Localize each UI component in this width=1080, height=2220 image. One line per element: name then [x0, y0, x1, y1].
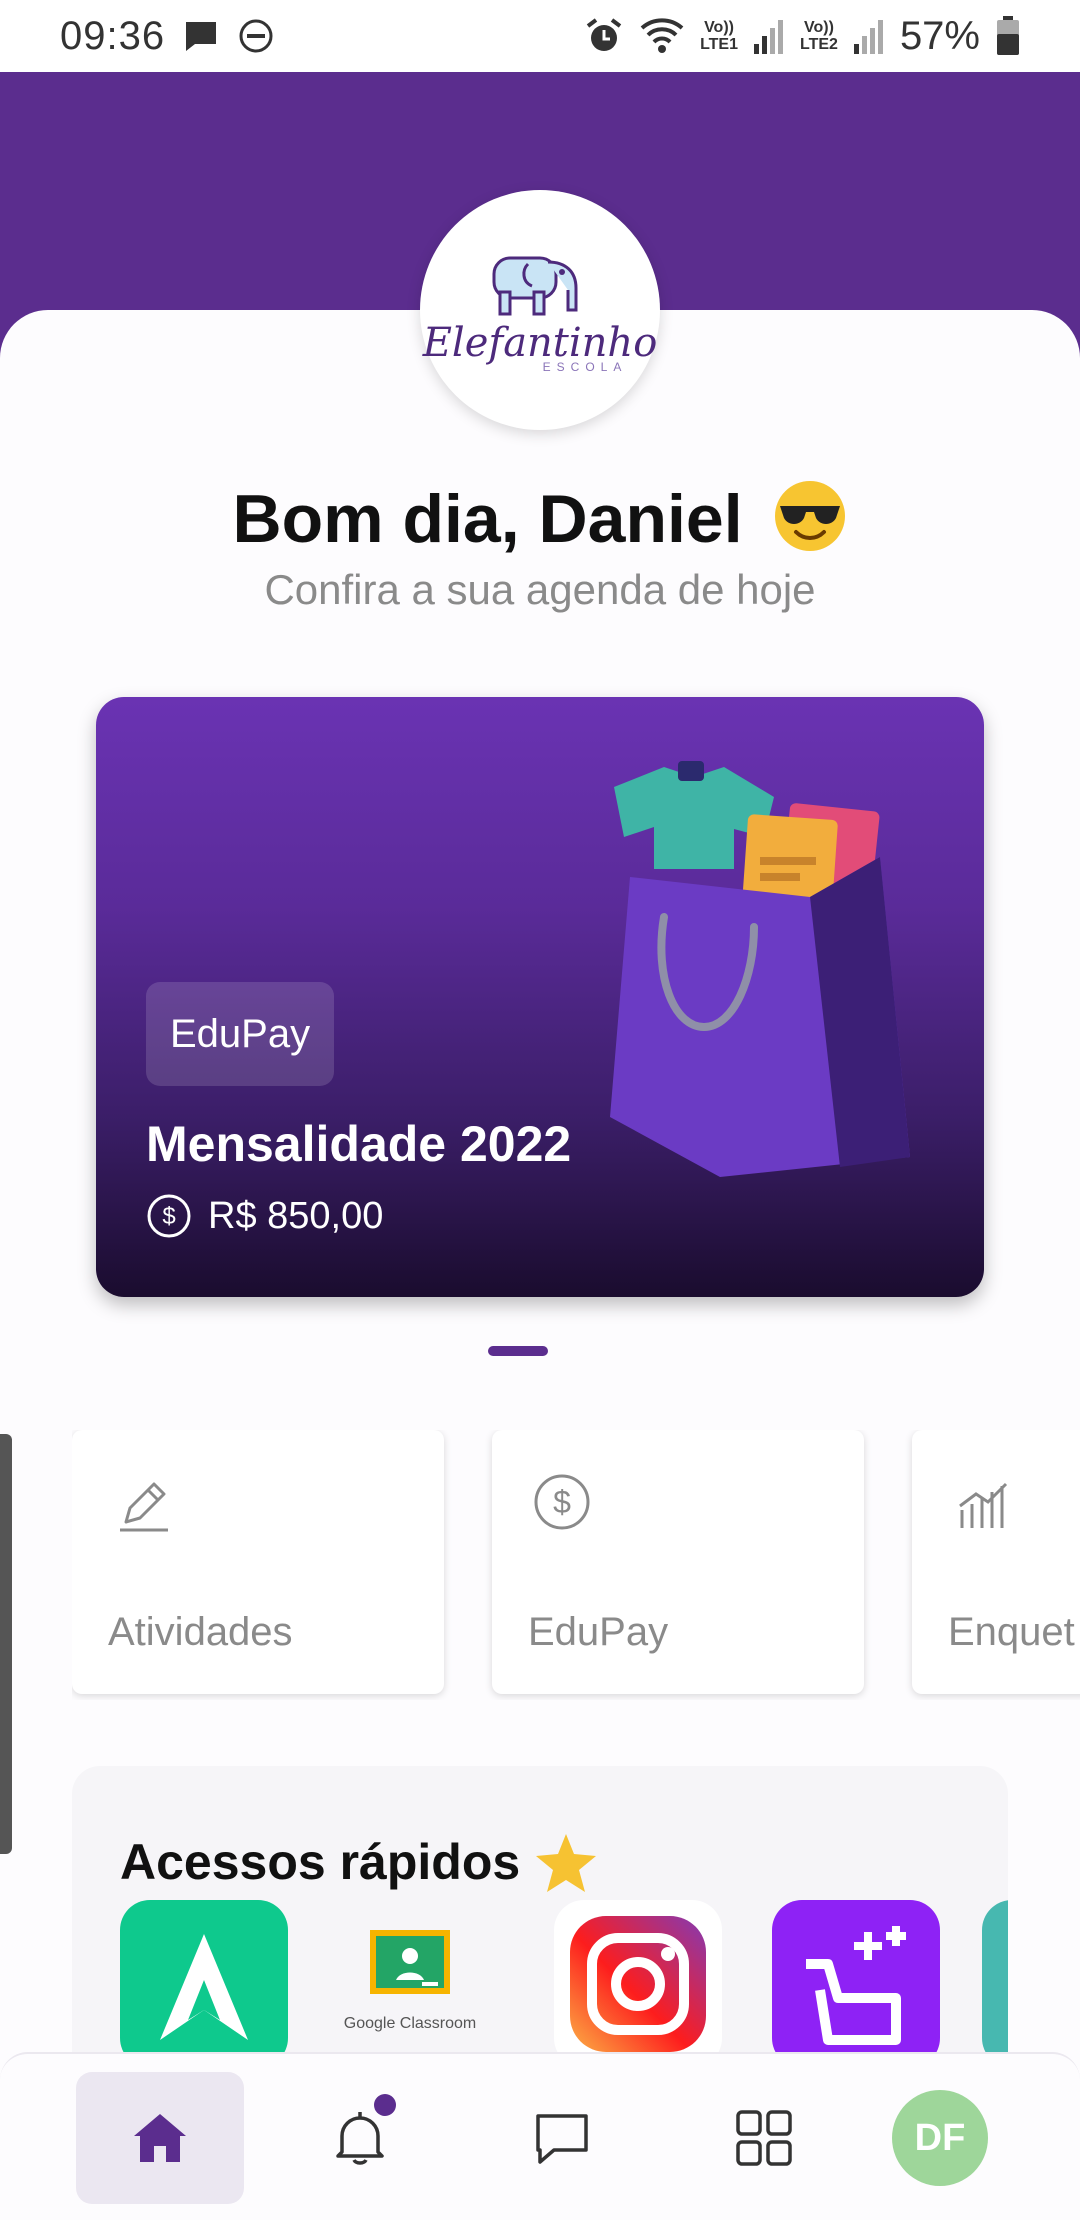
status-time: 09:36: [60, 13, 166, 58]
school-logo: Elefantinho ESCOLA: [420, 190, 660, 430]
sim1-label: Vo)) LTE1: [700, 19, 738, 53]
feature-card-label: EduPay: [528, 1610, 669, 1654]
avatar: DF: [892, 2090, 988, 2186]
a-logo-icon: [160, 1934, 248, 2040]
board-plus-icon: [806, 1926, 906, 2045]
feature-card-edupay[interactable]: $ EduPay: [492, 1430, 864, 1694]
banner-title: Mensalidade 2022: [146, 1116, 572, 1172]
battery-icon: [997, 16, 1019, 55]
sunglasses-emoji-icon: [774, 481, 845, 551]
quick-app-purple[interactable]: [772, 1900, 940, 2068]
pencil-icon: [120, 1482, 168, 1532]
greeting-text: Bom dia, Daniel: [232, 481, 743, 557]
nav-profile[interactable]: DF: [856, 2072, 1024, 2204]
grid-icon: [736, 2110, 792, 2166]
dollar-circle-icon: $: [534, 1474, 590, 1530]
nav-notifications[interactable]: [276, 2072, 444, 2204]
banner-tag: EduPay: [146, 982, 335, 1086]
alarm-icon: [586, 18, 622, 51]
feature-card-enquetes[interactable]: Enquet: [912, 1430, 1080, 1694]
notification-badge: [374, 2094, 396, 2116]
quick-app-google-classroom[interactable]: Google Classroom: [326, 1900, 494, 2068]
instagram-icon: [570, 1916, 706, 2052]
nav-home[interactable]: [76, 2072, 244, 2204]
shopping-bag-illustration: [610, 761, 910, 1177]
feature-card-label: Enquet: [948, 1610, 1075, 1654]
google-classroom-icon: Google Classroom: [344, 1930, 477, 2032]
signal-icon: [754, 20, 783, 54]
signal-icon: [853, 20, 883, 54]
greeting-title: Bom dia, Daniel: [0, 478, 1080, 558]
greeting-subtitle: Confira a sua agenda de hoje: [264, 566, 816, 613]
bottom-navigation: DF: [0, 2052, 1080, 2220]
quick-app-a[interactable]: [120, 1900, 288, 2068]
quick-app-instagram[interactable]: [554, 1900, 722, 2068]
banner-amount: $ R$ 850,00: [146, 1193, 383, 1239]
logo-subtitle: ESCOLA: [542, 360, 628, 374]
star-icon: [536, 1834, 597, 1892]
feature-card-atividades[interactable]: Atividades: [72, 1430, 444, 1694]
google-classroom-label: Google Classroom: [344, 2015, 477, 2032]
chat-icon: [536, 2114, 588, 2164]
quick-access-title: Acessos rápidos: [120, 1830, 598, 1894]
battery-percent: 57%: [899, 13, 980, 58]
nav-messages[interactable]: [478, 2072, 646, 2204]
home-icon: [134, 2114, 186, 2162]
carousel-indicator[interactable]: [488, 1346, 548, 1356]
bar-chart-icon: [959, 1482, 1008, 1528]
message-icon: [186, 22, 217, 51]
status-bar: 09:36 Vo)) LTE1 Vo)) LTE2 57%: [0, 0, 1080, 72]
feature-cards: Atividades $ EduPay Enquet: [72, 1430, 1080, 1700]
dollar-circle-icon: $: [147, 1194, 191, 1238]
banner-amount-value: R$ 850,00: [208, 1194, 384, 1237]
quick-app-teal[interactable]: [982, 1900, 1008, 2068]
do-not-disturb-icon: [239, 19, 273, 53]
feature-card-label: Atividades: [108, 1610, 293, 1654]
svg-text:$: $: [553, 1484, 571, 1520]
nav-apps[interactable]: [680, 2072, 848, 2204]
sim2-label: Vo)) LTE2: [800, 19, 838, 53]
wifi-icon: [640, 18, 684, 53]
elephant-logo-icon: [492, 256, 578, 316]
svg-text:$: $: [162, 1203, 175, 1230]
payment-banner[interactable]: EduPay Mensalidade 2022 $ R$ 850,00: [96, 697, 984, 1297]
edge-panel-handle[interactable]: [0, 1434, 12, 1854]
